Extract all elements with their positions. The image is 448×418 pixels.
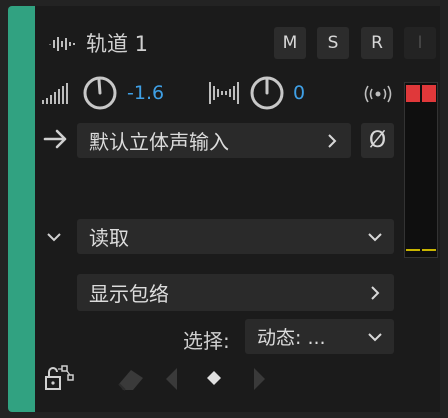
chevron-down-icon bbox=[368, 332, 382, 341]
stereo-balance-icon bbox=[209, 82, 239, 104]
select-label: 选择: bbox=[183, 329, 230, 353]
show-envelope-button[interactable]: 显示包络 bbox=[77, 274, 394, 311]
lock-envelope-icon[interactable] bbox=[44, 364, 74, 394]
input-select-label: 默认立体声输入 bbox=[89, 130, 229, 154]
add-keyframe-icon[interactable] bbox=[204, 368, 224, 388]
previous-keyframe-icon bbox=[166, 368, 177, 390]
clip-indicator-left[interactable] bbox=[406, 85, 420, 102]
level-peak-left bbox=[406, 249, 420, 251]
clip-indicator-right[interactable] bbox=[422, 85, 436, 102]
solo-button[interactable]: S bbox=[317, 27, 349, 59]
track-color-stripe bbox=[8, 6, 35, 412]
track-name[interactable]: 轨道 1 bbox=[86, 28, 148, 58]
show-envelope-label: 显示包络 bbox=[89, 282, 169, 306]
waveform-icon bbox=[49, 37, 75, 51]
automation-mode-label: 读取 bbox=[89, 226, 129, 250]
level-peak-right bbox=[422, 249, 436, 251]
select-dropdown[interactable]: 动态: ... bbox=[245, 319, 394, 354]
chevron-down-icon[interactable] bbox=[45, 228, 63, 246]
volume-knob[interactable] bbox=[82, 75, 118, 111]
pan-knob[interactable] bbox=[249, 75, 285, 111]
volume-bars-icon bbox=[42, 83, 68, 104]
select-dropdown-value: 动态: ... bbox=[257, 327, 326, 349]
arrow-right-icon bbox=[43, 129, 67, 149]
broadcast-icon bbox=[364, 85, 392, 103]
automation-mode-dropdown[interactable]: 读取 bbox=[77, 219, 394, 254]
input-monitor-button[interactable]: I bbox=[404, 27, 436, 59]
chevron-down-icon bbox=[368, 232, 382, 241]
eraser-icon bbox=[118, 370, 143, 391]
level-meter bbox=[404, 82, 438, 258]
mute-button[interactable]: M bbox=[274, 27, 306, 59]
next-keyframe-icon bbox=[254, 368, 265, 390]
record-arm-button[interactable]: R bbox=[361, 27, 393, 59]
chevron-right-icon bbox=[328, 133, 337, 148]
chevron-right-icon bbox=[371, 285, 380, 300]
input-select[interactable]: 默认立体声输入 bbox=[77, 123, 351, 158]
volume-value[interactable]: -1.6 bbox=[127, 82, 164, 104]
pan-value[interactable]: 0 bbox=[293, 82, 305, 104]
phase-invert-button[interactable]: Ø bbox=[361, 123, 394, 158]
